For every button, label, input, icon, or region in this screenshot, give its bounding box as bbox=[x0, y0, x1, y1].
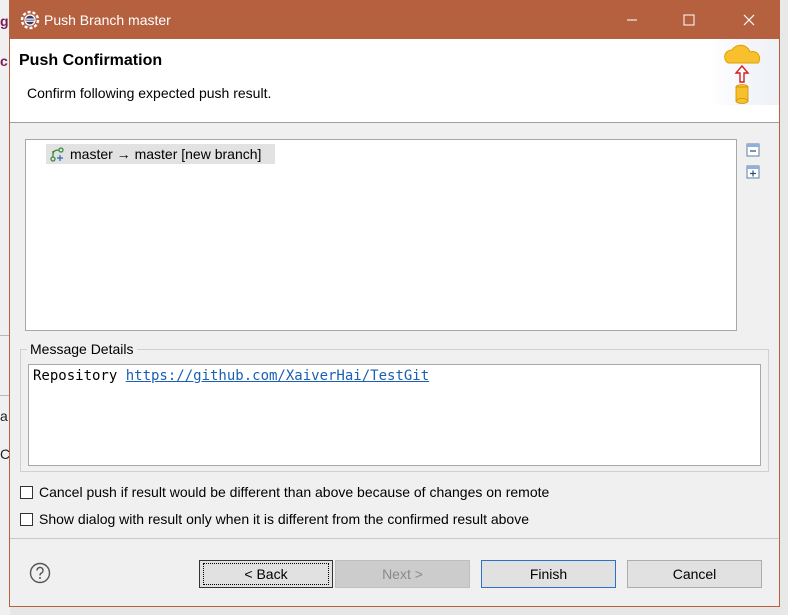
button-bar-separator bbox=[10, 538, 779, 539]
maximize-icon bbox=[683, 14, 695, 26]
page-title: Push Confirmation bbox=[19, 52, 163, 69]
back-button-label: < Back bbox=[203, 563, 329, 585]
help-icon[interactable] bbox=[29, 562, 51, 584]
cancel-push-checkbox[interactable] bbox=[20, 485, 33, 499]
repository-link[interactable]: https://github.com/XaiverHai/TestGit bbox=[126, 368, 429, 384]
close-button[interactable] bbox=[726, 1, 772, 39]
tree-item[interactable]: master → master [new branch] bbox=[46, 144, 275, 164]
title-bar[interactable]: Push Branch master bbox=[10, 1, 779, 39]
next-button[interactable]: Next > bbox=[335, 560, 470, 588]
close-icon bbox=[743, 14, 755, 26]
show-dialog-option[interactable]: Show dialog with result only when it is … bbox=[20, 511, 529, 527]
finish-button[interactable]: Finish bbox=[481, 560, 616, 588]
page-description: Confirm following expected push result. bbox=[27, 85, 272, 101]
minimize-button[interactable] bbox=[609, 1, 655, 39]
background-text: c bbox=[0, 53, 8, 69]
background-text: a bbox=[0, 408, 8, 424]
banner-artwork bbox=[710, 39, 779, 105]
background-text: g bbox=[0, 13, 9, 29]
cancel-button[interactable]: Cancel bbox=[627, 560, 762, 588]
back-button[interactable]: < Back bbox=[199, 560, 333, 588]
background-window-right bbox=[780, 0, 788, 615]
push-result-tree[interactable]: master → master [new branch] bbox=[25, 139, 737, 331]
maximize-button[interactable] bbox=[666, 1, 712, 39]
message-details-text[interactable]: Repository https://github.com/XaiverHai/… bbox=[28, 364, 761, 466]
branch-icon bbox=[50, 147, 64, 162]
message-details-label: Message Details bbox=[27, 341, 137, 357]
eclipse-gear-icon bbox=[20, 10, 40, 30]
message-prefix: Repository bbox=[33, 368, 126, 384]
tree-item-label: master → master [new branch] bbox=[70, 146, 262, 162]
window-title: Push Branch master bbox=[44, 12, 171, 28]
next-button-label: Next > bbox=[382, 566, 423, 582]
show-dialog-label[interactable]: Show dialog with result only when it is … bbox=[39, 511, 529, 527]
wizard-banner: Push Confirmation Confirm following expe… bbox=[10, 39, 779, 123]
show-dialog-checkbox[interactable] bbox=[20, 512, 33, 526]
push-branch-dialog: Push Branch master Push Confirmation Con… bbox=[9, 0, 780, 607]
minimize-icon bbox=[627, 19, 637, 21]
push-to-cloud-icon bbox=[724, 44, 761, 104]
expand-all-icon[interactable] bbox=[746, 165, 760, 179]
cancel-push-label[interactable]: Cancel push if result would be different… bbox=[39, 484, 549, 500]
collapse-all-icon[interactable] bbox=[746, 143, 760, 157]
finish-button-label: Finish bbox=[529, 566, 568, 582]
cancel-button-label: Cancel bbox=[672, 566, 717, 582]
cancel-push-option[interactable]: Cancel push if result would be different… bbox=[20, 484, 549, 500]
